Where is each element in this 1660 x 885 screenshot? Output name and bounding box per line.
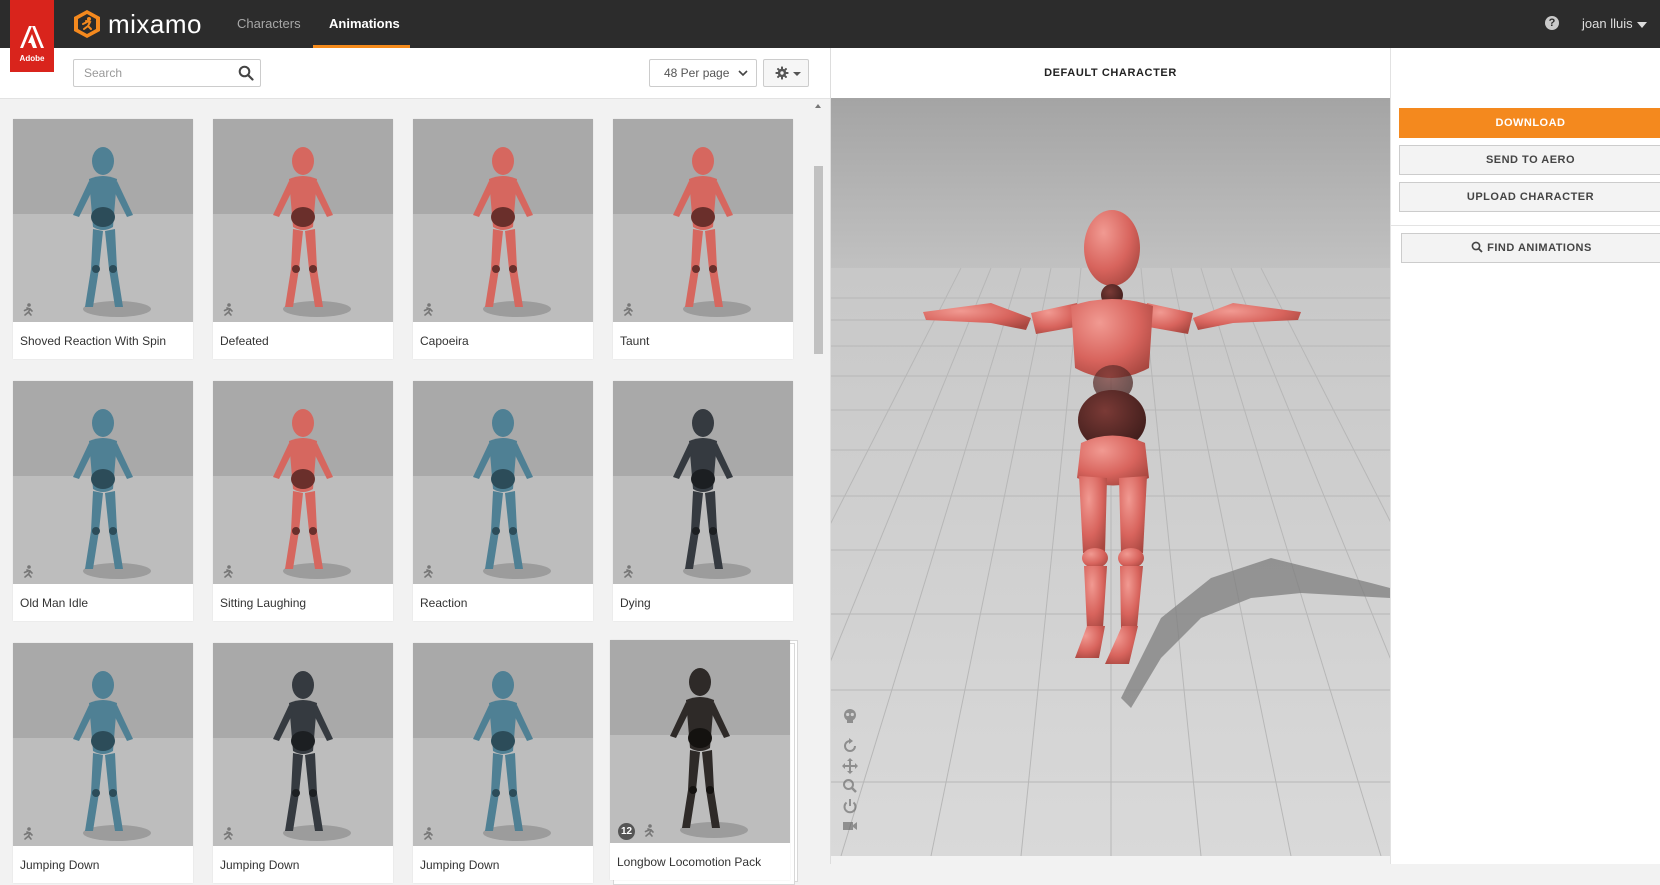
animation-card[interactable]: Old Man Idle <box>13 381 193 621</box>
animation-card[interactable]: Dying <box>613 381 793 621</box>
animation-card[interactable]: Defeated <box>213 119 393 359</box>
animation-card[interactable]: Jumping Down <box>13 643 193 883</box>
user-name: joan lluis <box>1582 16 1633 31</box>
send-to-aero-button[interactable]: SEND TO AERO <box>1399 145 1660 175</box>
download-button[interactable]: DOWNLOAD <box>1399 108 1660 138</box>
animation-card[interactable]: Reaction <box>413 381 593 621</box>
animation-thumbnail <box>413 643 593 846</box>
animation-card[interactable]: Taunt <box>613 119 793 359</box>
viewport-title: DEFAULT CHARACTER <box>831 48 1390 98</box>
animation-card[interactable]: Jumping Down <box>213 643 393 883</box>
animation-name: Defeated <box>220 334 269 348</box>
skeleton-icon[interactable] <box>842 708 858 724</box>
animation-name: Dying <box>620 596 651 610</box>
running-figure-icon <box>223 827 233 840</box>
reset-view-icon[interactable] <box>842 798 858 814</box>
viewport-controls <box>842 708 860 838</box>
logo-text: mixamo <box>108 8 203 39</box>
search-input[interactable] <box>74 60 244 86</box>
pan-icon[interactable] <box>842 758 858 774</box>
running-figure-icon <box>423 827 433 840</box>
animation-name: Taunt <box>620 334 650 348</box>
scrollbar-thumb[interactable] <box>814 166 823 354</box>
animation-name: Shoved Reaction With Spin <box>20 334 167 348</box>
per-page-select[interactable]: 48 Per page <box>649 59 757 87</box>
rotate-icon[interactable] <box>842 738 858 754</box>
animation-name: Jumping Down <box>220 858 300 872</box>
running-figure-icon <box>23 565 33 578</box>
animation-thumbnail <box>13 643 193 846</box>
running-figure-icon <box>423 303 433 316</box>
animation-thumbnail <box>613 119 793 322</box>
adobe-label: Adobe <box>19 54 45 63</box>
chevron-down-icon <box>738 70 748 77</box>
upload-character-button[interactable]: UPLOAD CHARACTER <box>1399 182 1660 212</box>
search-box <box>73 59 261 87</box>
browser-toolbar: 48 Per page <box>0 48 830 99</box>
running-figure-icon <box>423 565 433 578</box>
animation-thumbnail <box>213 119 393 322</box>
caret-down-icon <box>793 72 801 76</box>
tab-characters[interactable]: Characters <box>221 0 317 48</box>
animation-thumbnail <box>610 640 790 843</box>
animation-name: Jumping Down <box>420 858 500 872</box>
character-viewport[interactable] <box>831 98 1390 856</box>
viewport-scene <box>831 98 1390 856</box>
search-icon[interactable] <box>238 65 254 81</box>
gear-icon <box>775 66 789 80</box>
animation-name: Sitting Laughing <box>220 596 307 610</box>
zoom-icon[interactable] <box>842 778 858 794</box>
running-figure-icon <box>23 303 33 316</box>
caret-down-icon <box>1636 21 1647 28</box>
pack-count-badge: 12 <box>618 823 635 840</box>
animation-thumbnail <box>13 381 193 584</box>
running-figure-icon <box>23 827 33 840</box>
animation-name: Reaction <box>420 596 468 610</box>
tab-animations[interactable]: Animations <box>313 0 410 48</box>
scroll-up-arrow-icon[interactable] <box>815 104 821 108</box>
animation-pack-card[interactable]: 12 Longbow Locomotion Pack <box>610 640 790 880</box>
animation-name: Old Man Idle <box>20 596 89 610</box>
running-figure-icon <box>623 303 633 316</box>
animation-thumbnail <box>13 119 193 322</box>
adobe-a-icon <box>20 26 44 48</box>
mixamo-logo[interactable]: mixamo <box>72 7 202 41</box>
animation-card[interactable]: Capoeira <box>413 119 593 359</box>
animation-card[interactable]: Shoved Reaction With Spin <box>13 119 193 359</box>
running-figure-icon <box>623 565 633 578</box>
animation-thumbnail <box>613 381 793 584</box>
animation-name: Capoeira <box>420 334 469 348</box>
animation-card[interactable]: Jumping Down <box>413 643 593 883</box>
search-icon <box>1471 241 1483 253</box>
animation-thumbnail <box>213 643 393 846</box>
animation-browser: 48 Per page Shoved Reaction With Sp <box>0 48 831 885</box>
running-figure-icon <box>223 303 233 316</box>
top-navigation-bar: Adobe mixamo Characters Animations ? joa… <box>0 0 1660 72</box>
mixamo-hexagon-icon <box>74 10 100 38</box>
user-menu[interactable]: joan lluis <box>1582 0 1647 48</box>
help-icon[interactable]: ? <box>1545 16 1559 30</box>
running-figure-icon <box>644 824 654 837</box>
scrollbar[interactable] <box>812 100 824 864</box>
actions-panel: DOWNLOAD SEND TO AERO UPLOAD CHARACTER F… <box>1390 48 1660 864</box>
camera-icon[interactable] <box>842 818 858 834</box>
animation-thumbnail <box>413 119 593 322</box>
animation-card[interactable]: Sitting Laughing <box>213 381 393 621</box>
panel-divider <box>1391 225 1660 226</box>
find-animations-button[interactable]: FIND ANIMATIONS <box>1401 233 1660 263</box>
find-animations-label: FIND ANIMATIONS <box>1487 242 1592 254</box>
animation-thumbnail <box>213 381 393 584</box>
settings-button[interactable] <box>763 59 809 87</box>
animation-name: Longbow Locomotion Pack <box>617 855 762 869</box>
animation-name: Jumping Down <box>20 858 100 872</box>
animation-thumbnail <box>413 381 593 584</box>
per-page-value: 48 Per page <box>664 66 730 80</box>
adobe-logo[interactable]: Adobe <box>10 0 54 72</box>
running-figure-icon <box>223 565 233 578</box>
